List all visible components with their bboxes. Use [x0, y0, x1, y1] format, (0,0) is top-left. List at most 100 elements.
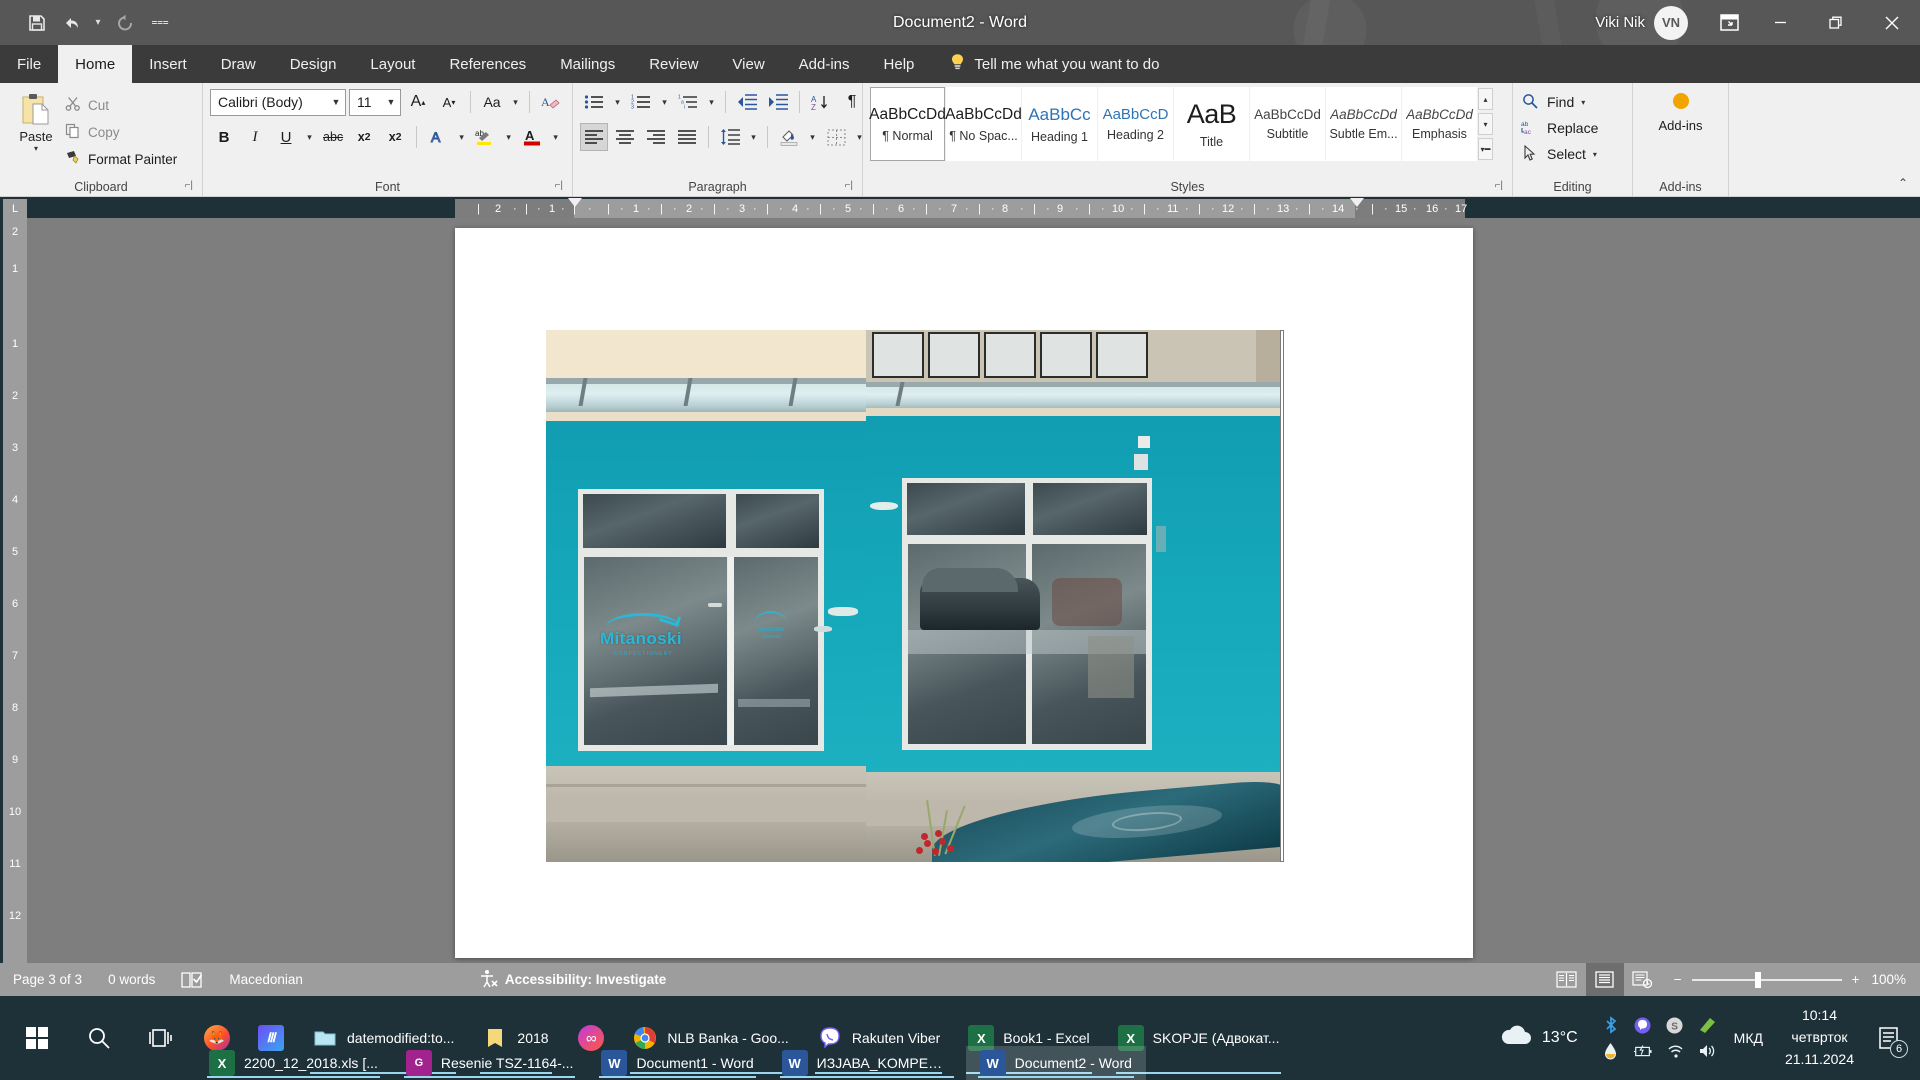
copy-button[interactable]: Copy [65, 122, 177, 143]
style-normal[interactable]: AaBbCcDd ¶ Normal [869, 87, 946, 161]
taskbar-item-resenie-pdf[interactable]: G Resenie TSZ-1164-... [392, 1046, 588, 1080]
tab-view[interactable]: View [715, 45, 781, 83]
replace-button[interactable]: ab ac Replace [1520, 117, 1598, 139]
align-right-button[interactable] [642, 123, 670, 151]
ribbon-display-options-icon[interactable] [1706, 0, 1752, 45]
tab-stop-selector[interactable]: L [3, 199, 27, 218]
tab-layout[interactable]: Layout [353, 45, 432, 83]
tab-file[interactable]: File [0, 45, 58, 83]
cut-button[interactable]: Cut [65, 95, 177, 116]
style-no-spacing[interactable]: AaBbCcDd ¶ No Spac... [945, 87, 1022, 161]
font-size-combo[interactable]: 11 ▼ [349, 88, 401, 116]
multilevel-list-icon[interactable]: 1ai [674, 88, 702, 116]
clock[interactable]: 10:14 четврток 21.11.2024 [1773, 1005, 1866, 1070]
paragraph-dialog-launcher[interactable]: ⌐| [845, 177, 853, 195]
bold-button[interactable]: B [210, 123, 238, 151]
chevron-down-icon[interactable]: ▾ [303, 123, 316, 151]
taskbar-item-document2-word[interactable]: W Document2 - Word [965, 1046, 1146, 1080]
style-subtitle[interactable]: AaBbCcDd Subtitle [1250, 87, 1325, 161]
notification-center-button[interactable]: 6 [1866, 996, 1912, 1080]
tab-addins[interactable]: Add-ins [782, 45, 867, 83]
water-drop-icon[interactable] [1601, 1041, 1621, 1061]
chevron-down-icon[interactable]: ▾ [611, 88, 624, 116]
viber-tray-icon[interactable] [1633, 1015, 1653, 1035]
tab-draw[interactable]: Draw [204, 45, 273, 83]
zoom-slider[interactable]: − + [1662, 971, 1872, 988]
shading-icon[interactable] [775, 123, 803, 151]
language-status[interactable]: Macedonian [216, 963, 316, 996]
change-case-icon[interactable]: Aa [478, 88, 506, 116]
decrease-indent-icon[interactable] [733, 88, 761, 116]
battery-icon[interactable] [1633, 1041, 1653, 1061]
taskbar-item-2200-xls[interactable]: X 2200_12_2018.xls [... [195, 1046, 392, 1080]
shrink-font-icon[interactable]: A ▾ [435, 88, 463, 116]
word-count-status[interactable]: 0 words [95, 963, 168, 996]
strikethrough-button[interactable]: abc [319, 123, 347, 151]
document-page[interactable]: Mitanoski CONFECTIONERY [455, 228, 1473, 958]
tab-home[interactable]: Home [58, 45, 133, 83]
accessibility-status[interactable]: Accessibility: Investigate [466, 963, 679, 996]
chevron-down-icon[interactable]: ▾ [502, 123, 515, 151]
account-name[interactable]: Viki Nik [1595, 14, 1645, 31]
highlight-color-icon[interactable]: ab [471, 123, 499, 151]
italic-button[interactable]: I [241, 123, 269, 151]
taskbar-item-izjava-word[interactable]: W ИЗЈАВА_KOMPENZ... [768, 1046, 966, 1080]
taskbar-item-document1-word[interactable]: W Document1 - Word [587, 1046, 767, 1080]
zoom-in-button[interactable]: + [1852, 972, 1860, 987]
font-dialog-launcher[interactable]: ⌐| [555, 177, 563, 195]
sort-icon[interactable]: AZ [807, 88, 835, 116]
skype-tray-icon[interactable]: S [1665, 1015, 1685, 1035]
avatar[interactable]: VN [1654, 5, 1688, 40]
find-button[interactable]: Find ▾ [1520, 91, 1598, 113]
line-spacing-icon[interactable] [716, 123, 744, 151]
chevron-down-icon[interactable]: ▾ [747, 123, 760, 151]
collapse-ribbon-icon[interactable]: ⌃ [1898, 176, 1908, 190]
proofing-status-icon[interactable] [168, 963, 216, 996]
text-effects-icon[interactable]: A [424, 123, 452, 151]
bluetooth-icon[interactable] [1601, 1015, 1621, 1035]
web-layout-view[interactable] [1624, 963, 1662, 996]
styles-dialog-launcher[interactable]: ⌐| [1495, 177, 1503, 195]
volume-icon[interactable] [1697, 1041, 1717, 1061]
underline-button[interactable]: U [272, 123, 300, 151]
justify-button[interactable] [673, 123, 701, 151]
task-view-button[interactable] [132, 996, 190, 1080]
wifi-icon[interactable] [1665, 1041, 1685, 1061]
clipboard-dialog-launcher[interactable]: ⌐| [185, 177, 193, 195]
zoom-knob[interactable] [1754, 971, 1761, 988]
tab-mailings[interactable]: Mailings [543, 45, 632, 83]
styles-scroll-down-icon[interactable]: ▾ [1478, 113, 1493, 135]
style-subtle-emphasis[interactable]: AaBbCcDd Subtle Em... [1326, 87, 1401, 161]
styles-scroll-up-icon[interactable]: ▴ [1478, 88, 1493, 110]
clear-formatting-icon[interactable]: A [537, 88, 565, 116]
print-layout-view[interactable] [1585, 963, 1624, 996]
subscript-button[interactable]: x2 [350, 123, 378, 151]
tab-review[interactable]: Review [632, 45, 715, 83]
start-button[interactable] [8, 996, 66, 1080]
page-number-status[interactable]: Page 3 of 3 [0, 963, 95, 996]
align-left-button[interactable] [580, 123, 608, 151]
read-mode-view[interactable] [1548, 963, 1586, 996]
bullets-icon[interactable] [580, 88, 608, 116]
weather-widget[interactable]: 13°C [1483, 1024, 1594, 1053]
horizontal-ruler[interactable]: | 2 · | · 1 · | · | · 1 · | · 2 · | · 3 … [455, 198, 1467, 227]
paste-button[interactable]: Paste ▾ [7, 87, 65, 153]
vertical-ruler[interactable]: 2 1 1 2 3 4 5 6 7 8 9 10 11 12 [3, 218, 27, 963]
font-name-combo[interactable]: Calibri (Body) ▼ [210, 88, 346, 116]
chevron-down-icon[interactable]: ▾ [549, 123, 562, 151]
tab-references[interactable]: References [432, 45, 543, 83]
chevron-down-icon[interactable]: ▾ [806, 123, 819, 151]
style-emphasis[interactable]: AaBbCcDd Emphasis [1402, 87, 1477, 161]
search-button[interactable] [70, 996, 128, 1080]
zoom-track[interactable] [1691, 971, 1842, 988]
format-painter-button[interactable]: Format Painter [65, 149, 177, 170]
tell-me-search[interactable]: Tell me what you want to do [949, 45, 1159, 83]
chevron-down-icon[interactable]: ▾ [509, 88, 522, 116]
onenote-tray-icon[interactable] [1697, 1015, 1717, 1035]
tab-insert[interactable]: Insert [132, 45, 204, 83]
right-indent-marker[interactable] [1350, 198, 1364, 207]
tab-help[interactable]: Help [867, 45, 932, 83]
inserted-image[interactable]: Mitanoski CONFECTIONERY [546, 330, 1284, 862]
document-canvas[interactable]: Mitanoski CONFECTIONERY [27, 218, 1920, 963]
zoom-level-label[interactable]: 100% [1871, 972, 1920, 987]
